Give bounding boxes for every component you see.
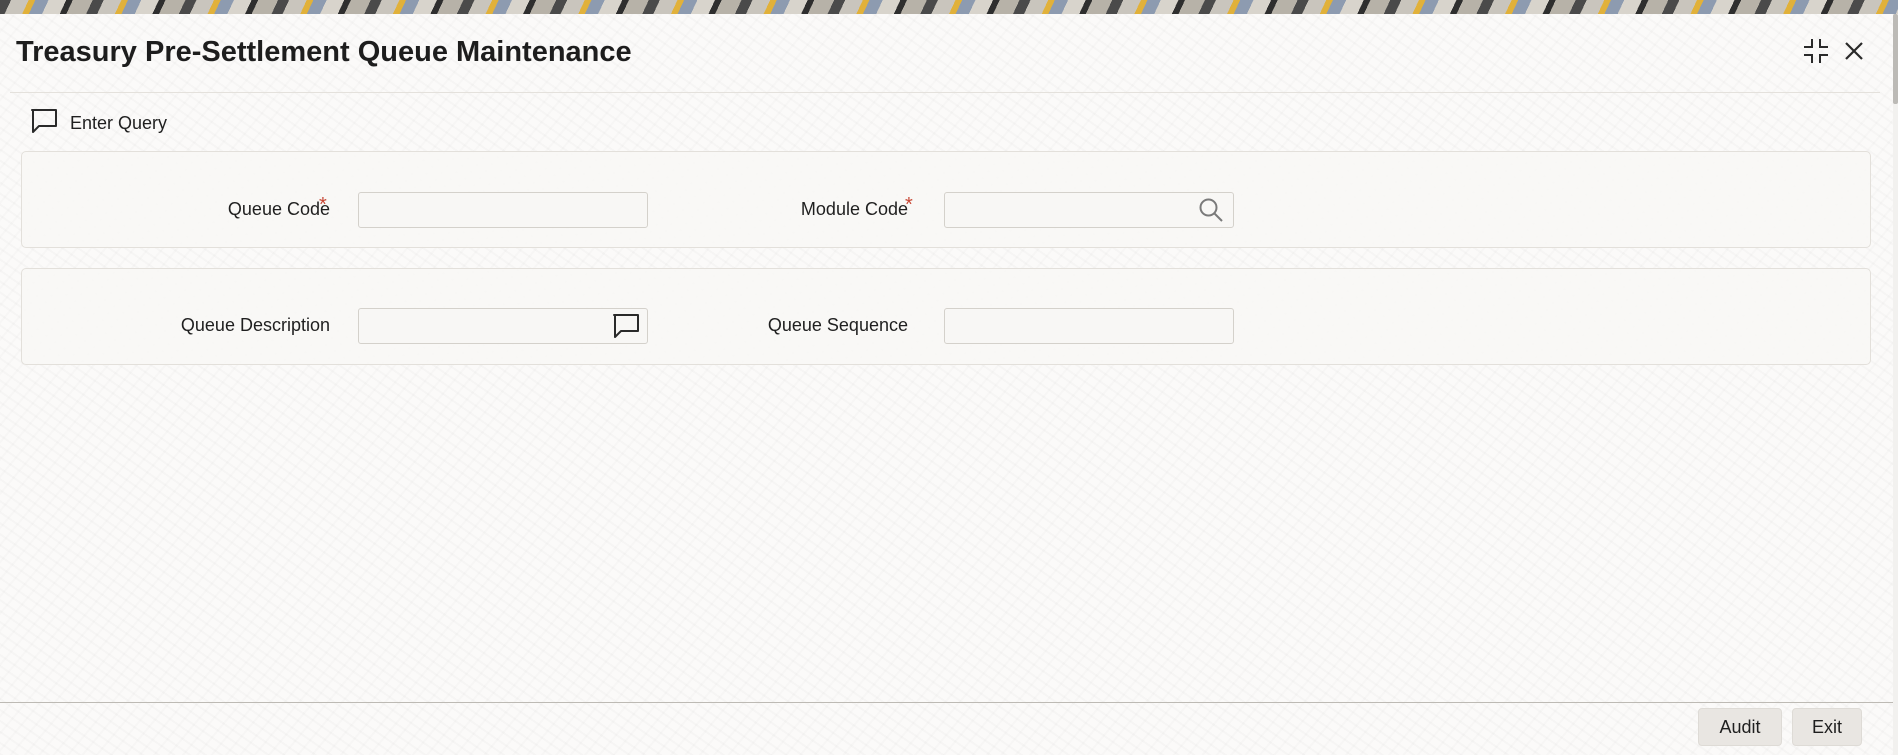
enter-query-label: Enter Query [70,112,168,133]
queue-description-input[interactable] [358,308,648,344]
module-code-required-marker: * [905,194,913,216]
page-title: Treasury Pre-Settlement Queue Maintenanc… [16,36,632,68]
details-panel: Queue Description Queue Sequence [21,268,1871,365]
close-button[interactable] [1838,36,1870,70]
title-divider [10,92,1880,93]
module-code-label: Module Code [800,199,908,219]
form-window: Treasury Pre-Settlement Queue Maintenanc… [0,14,1893,755]
chat-bubble-icon [30,108,58,139]
key-fields-panel: Queue Code * Module Code * [21,151,1871,248]
enter-query-button[interactable]: Enter Query [30,108,167,138]
chat-bubble-icon[interactable] [611,311,641,341]
queue-description-label: Queue Description [180,315,330,335]
close-icon [1843,40,1865,67]
module-code-input[interactable] [944,192,1234,228]
queue-sequence-label: Queue Sequence [767,315,908,335]
audit-button[interactable]: Audit [1698,708,1782,746]
vertical-scrollbar[interactable] [1893,14,1898,755]
search-icon[interactable] [1196,195,1226,225]
maximize-icon [1802,37,1830,70]
maximize-button[interactable] [1800,36,1832,70]
footer-divider [0,702,1893,703]
exit-button[interactable]: Exit [1792,708,1862,746]
queue-code-input[interactable] [358,192,648,228]
queue-sequence-input[interactable] [944,308,1234,344]
queue-code-required-marker: * [319,194,327,216]
header-banner [0,0,1898,14]
scrollbar-thumb[interactable] [1893,14,1898,104]
queue-code-label: Queue Code [227,199,330,219]
